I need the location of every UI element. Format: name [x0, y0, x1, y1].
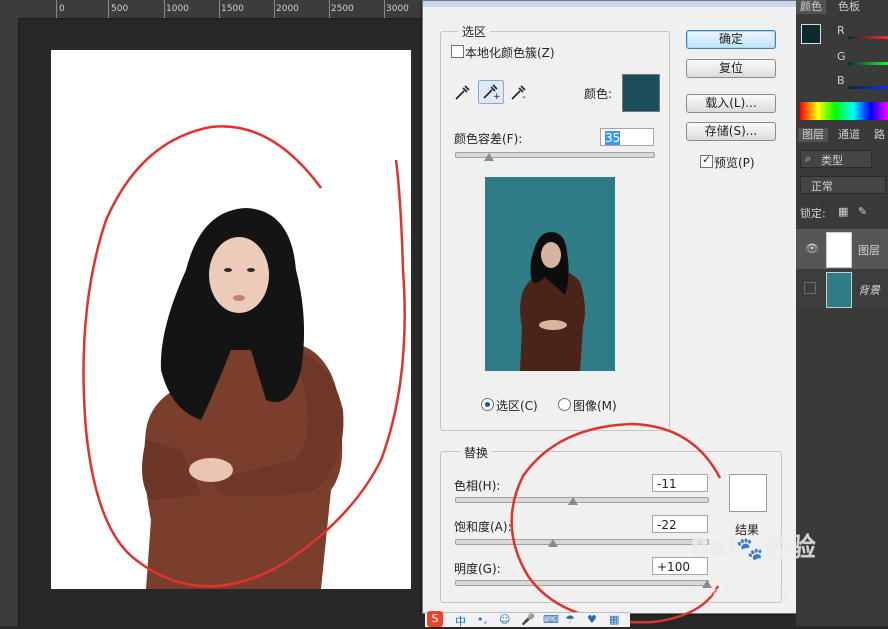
eyedropper-icon[interactable]: [453, 83, 471, 101]
layer-row-1[interactable]: 👁 图层: [796, 229, 888, 269]
checkmark-icon: ✓: [702, 153, 712, 166]
layer-1-name: 图层: [858, 244, 880, 257]
channel-g-slider[interactable]: [848, 62, 888, 65]
preview-checkbox[interactable]: ✓: [700, 153, 713, 168]
result-color-swatch[interactable]: [729, 474, 767, 512]
visibility-eye-icon[interactable]: 👁: [805, 242, 819, 255]
watermark-brand: Bai: [690, 533, 737, 563]
ok-button[interactable]: 确定: [686, 30, 776, 49]
svg-text:+: +: [493, 92, 501, 101]
ime-punct-icon[interactable]: •,: [477, 613, 487, 626]
reset-button[interactable]: 复位: [686, 59, 776, 78]
channel-r-slider[interactable]: [848, 36, 888, 39]
ime-skin-icon[interactable]: ☂: [565, 613, 575, 626]
tab-paths[interactable]: 路: [870, 128, 888, 142]
baidu-watermark: Bai🐾经验: [690, 533, 816, 563]
eyedropper-plus-button[interactable]: +: [478, 80, 504, 104]
layer-2-thumbnail: [826, 272, 852, 308]
ruler-label: 2500: [331, 4, 354, 14]
ime-mic-icon[interactable]: 🎤: [521, 613, 535, 626]
blend-mode-value: 正常: [811, 180, 833, 193]
lightness-label: 明度(G):: [454, 562, 501, 576]
layer-2-name: 背景: [858, 284, 880, 297]
fuzziness-value: 35: [605, 131, 621, 145]
document-canvas[interactable]: [51, 50, 411, 589]
tab-swatches[interactable]: 色板: [834, 0, 864, 14]
lock-transparent-icon[interactable]: ▦: [838, 205, 848, 218]
channel-b-slider[interactable]: [848, 86, 888, 89]
watermark-url: jingyan.baidu.com: [676, 585, 787, 599]
ime-tools-icon[interactable]: ▦: [609, 613, 619, 626]
color-label: 颜色:: [584, 87, 613, 101]
ruler-label: 1000: [166, 4, 189, 14]
load-button[interactable]: 载入(L)...: [686, 94, 776, 113]
ime-shirt-icon[interactable]: ♥: [587, 613, 597, 626]
ime-logo-icon[interactable]: S: [427, 611, 443, 627]
ime-keyboard-icon[interactable]: ⌨: [543, 613, 559, 626]
portrait-photo: [82, 125, 406, 589]
selection-radio-label: 选区(C): [496, 399, 538, 413]
sample-color-swatch[interactable]: [622, 74, 660, 112]
ime-emoji-icon[interactable]: ☺: [499, 613, 510, 626]
eyedropper-minus-icon[interactable]: -: [509, 83, 529, 101]
watermark-brand2: 经验: [763, 533, 816, 563]
lock-label: 锁定:: [800, 207, 826, 220]
fuzziness-label: 颜色容差(F):: [454, 132, 523, 146]
selection-preview: [485, 177, 615, 371]
visibility-toggle[interactable]: [804, 282, 816, 294]
lock-brush-icon[interactable]: ✎: [858, 205, 867, 218]
replace-color-dialog: 选区 本地化颜色簇(Z) + - 颜色: 颜色容差(F): 35 选区(C) 图…: [422, 0, 798, 624]
selection-radio[interactable]: [481, 398, 494, 411]
svg-text:-: -: [522, 92, 526, 101]
image-radio-label: 图像(M): [573, 399, 617, 413]
channel-g-label: G: [837, 50, 846, 63]
eyedropper-plus-icon: +: [483, 84, 501, 102]
preview-figure: [520, 232, 585, 371]
layer-1-thumbnail: [826, 232, 852, 268]
fuzziness-slider-thumb[interactable]: [483, 153, 494, 161]
save-button[interactable]: 存储(S)...: [686, 122, 776, 141]
preview-label: 预览(P): [714, 156, 755, 170]
dialog-titlebar[interactable]: [423, 1, 797, 7]
foreground-color-swatch[interactable]: [801, 24, 821, 44]
ruler-label: 3000: [386, 4, 409, 14]
ruler-label: 1500: [221, 4, 244, 14]
image-radio[interactable]: [558, 398, 571, 411]
tab-color[interactable]: 颜色: [796, 0, 826, 14]
localized-clusters-label: 本地化颜色簇(Z): [465, 46, 555, 60]
vertical-ruler: [0, 18, 19, 626]
localized-clusters-checkbox[interactable]: [451, 45, 464, 58]
channel-r-label: R: [837, 24, 845, 37]
channel-b-label: B: [837, 74, 845, 87]
hue-label: 色相(H):: [454, 479, 501, 493]
horizontal-ruler: 0 500 1000 1500 2000 2500 3000: [0, 0, 425, 19]
ime-lang-icon[interactable]: 中: [455, 613, 466, 629]
filter-label: 类型: [821, 154, 843, 167]
ruler-label: 2000: [276, 4, 299, 14]
color-spectrum[interactable]: [800, 102, 888, 120]
ruler-label: 500: [111, 4, 129, 14]
ruler-label: 0: [59, 4, 65, 14]
tab-channels[interactable]: 通道: [834, 128, 864, 142]
selection-legend: 选区: [458, 23, 491, 40]
tab-layers[interactable]: 图层: [798, 128, 828, 142]
layer-filter-dropdown[interactable]: ⌕ 类型: [800, 150, 872, 168]
blend-mode-dropdown[interactable]: 正常: [800, 176, 886, 194]
search-icon: ⌕: [805, 152, 812, 165]
layer-row-2[interactable]: 背景: [796, 269, 888, 309]
ime-toolbar: S 中 •, ☺ 🎤 ⌨ ☂ ♥ ▦: [425, 611, 630, 629]
replace-legend: 替换: [460, 444, 493, 461]
fuzziness-input[interactable]: 35: [600, 128, 654, 146]
